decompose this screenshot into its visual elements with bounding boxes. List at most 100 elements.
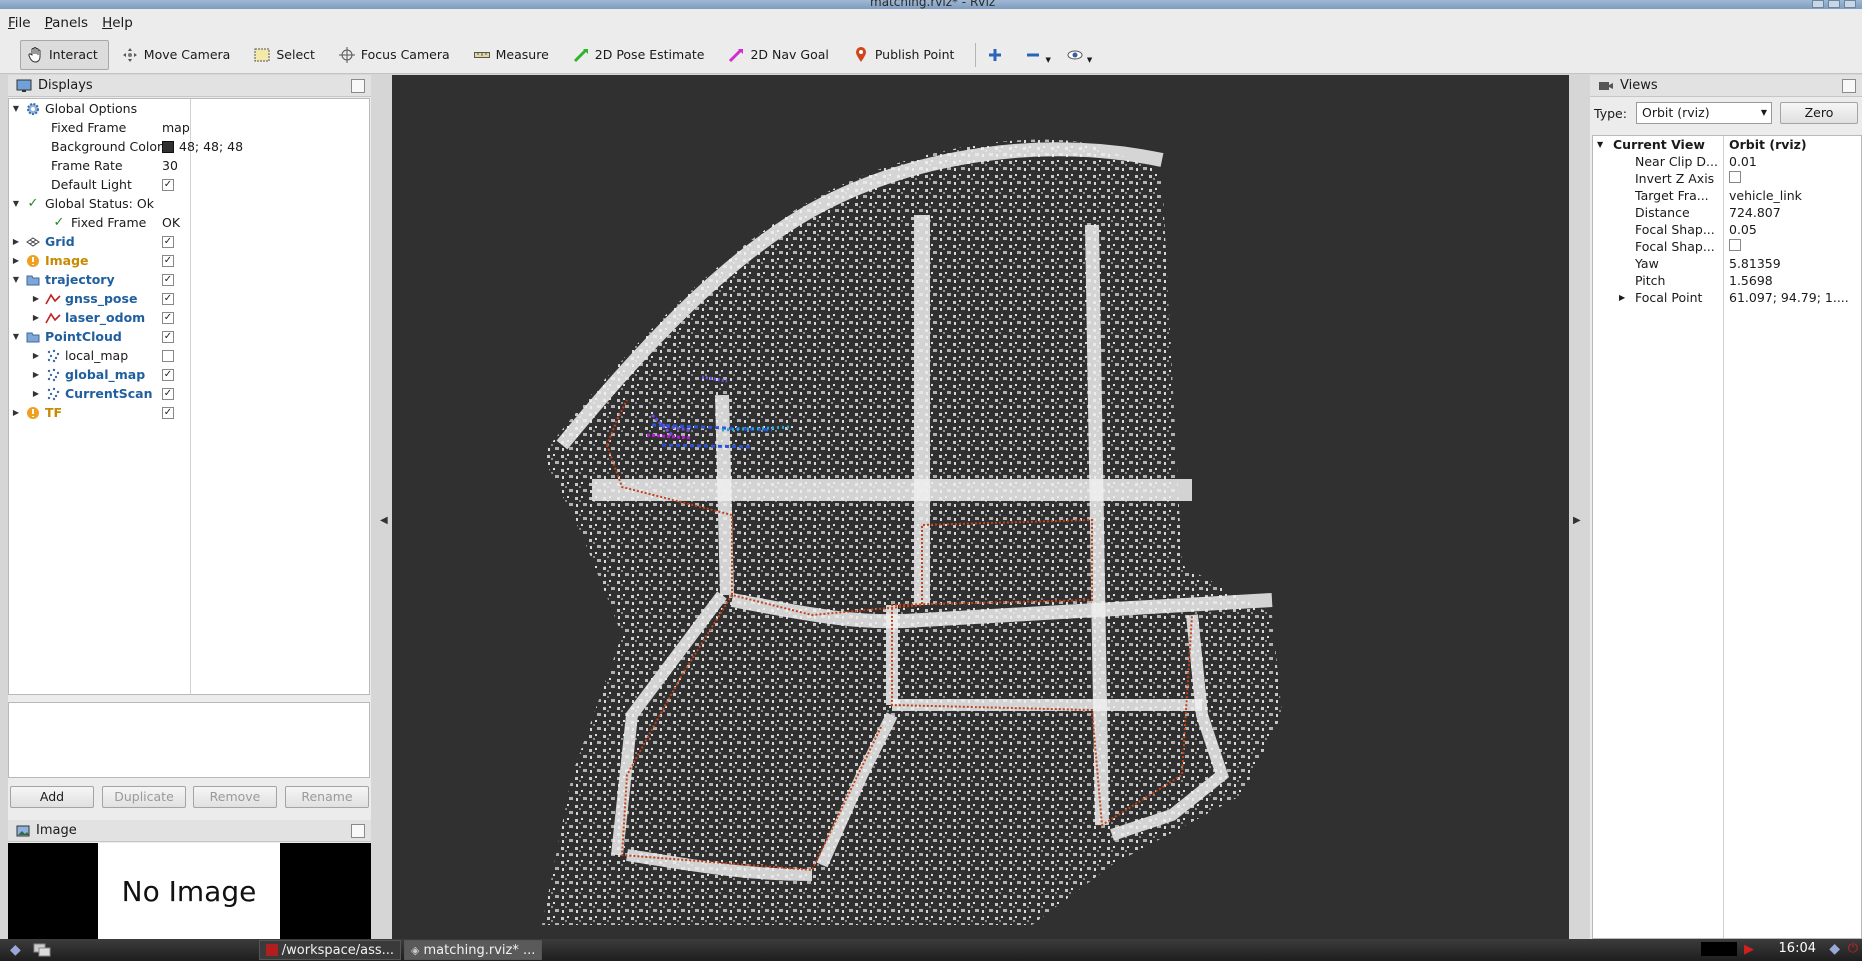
- expand-arrow-icon[interactable]: ▼: [11, 275, 21, 284]
- add-tool-button[interactable]: [982, 40, 1014, 70]
- view-prop-near-clip[interactable]: Near Clip D... 0.01: [1593, 153, 1861, 170]
- expand-arrow-icon[interactable]: ▶: [31, 294, 41, 303]
- tree-row-fixed-frame[interactable]: Fixed Frame map: [9, 118, 369, 137]
- desktop-icon[interactable]: [33, 943, 51, 957]
- expand-arrow-icon[interactable]: ▼: [11, 332, 21, 341]
- tree-row-global-options[interactable]: ▼ Global Options: [9, 99, 369, 118]
- tree-row-laser-odom[interactable]: ▶ laser_odom ✓: [9, 308, 369, 327]
- image-checkbox[interactable]: ✓: [162, 254, 174, 267]
- expand-arrow-icon[interactable]: ▶: [31, 389, 41, 398]
- render-viewport[interactable]: [392, 75, 1569, 939]
- logout-icon[interactable]: ⏻: [1848, 941, 1858, 956]
- taskbar-terminal[interactable]: /workspace/ass...: [258, 940, 402, 960]
- remove-tool-button[interactable]: ▼: [1020, 40, 1055, 70]
- focus-camera-tool[interactable]: Focus Camera: [332, 40, 461, 70]
- prop-value[interactable]: 1.5698: [1729, 273, 1773, 288]
- view-prop-pitch[interactable]: Pitch 1.5698: [1593, 272, 1861, 289]
- prop-value[interactable]: vehicle_link: [1729, 188, 1802, 203]
- menu-help[interactable]: Help: [102, 15, 133, 31]
- local-map-checkbox[interactable]: [162, 349, 174, 362]
- image-panel-close-button[interactable]: [351, 824, 365, 838]
- tree-row-image[interactable]: ▶ Image ✓: [9, 251, 369, 270]
- tf-checkbox[interactable]: ✓: [162, 406, 174, 419]
- remove-button[interactable]: Remove: [193, 786, 277, 808]
- view-prop-focal-shape-size[interactable]: Focal Shap... 0.05: [1593, 221, 1861, 238]
- tree-row-pointcloud[interactable]: ▼ PointCloud ✓: [9, 327, 369, 346]
- nav-goal-tool[interactable]: 2D Nav Goal: [721, 40, 839, 70]
- prop-value[interactable]: 724.807: [1729, 205, 1781, 220]
- tree-row-grid[interactable]: ▶ Grid ✓: [9, 232, 369, 251]
- menu-file[interactable]: File: [8, 15, 31, 31]
- tree-row-gnss-pose[interactable]: ▶ gnss_pose ✓: [9, 289, 369, 308]
- prop-value[interactable]: 0.05: [1729, 222, 1757, 237]
- expand-arrow-icon[interactable]: ▼: [1597, 140, 1603, 149]
- gnss-pose-checkbox[interactable]: ✓: [162, 292, 174, 305]
- expand-arrow-icon[interactable]: ▶: [31, 370, 41, 379]
- move-camera-tool[interactable]: Move Camera: [115, 40, 242, 70]
- view-type-select[interactable]: Orbit (rviz) ▼: [1636, 102, 1772, 124]
- prop-value[interactable]: 0.01: [1729, 154, 1757, 169]
- pointcloud-checkbox[interactable]: ✓: [162, 330, 174, 343]
- tree-row-global-status[interactable]: ▼ ✓ Global Status: Ok: [9, 194, 369, 213]
- tree-row-tf[interactable]: ▶ TF ✓: [9, 403, 369, 422]
- fixed-frame-value[interactable]: map: [162, 120, 190, 135]
- current-scan-checkbox[interactable]: ✓: [162, 387, 174, 400]
- view-prop-focal-point[interactable]: ▶ Focal Point 61.097; 94.79; 1....: [1593, 289, 1861, 306]
- expand-arrow-icon[interactable]: ▶: [31, 351, 41, 360]
- tree-row-current-scan[interactable]: ▶ CurrentScan ✓: [9, 384, 369, 403]
- laser-odom-checkbox[interactable]: ✓: [162, 311, 174, 324]
- displays-close-button[interactable]: [351, 79, 365, 93]
- duplicate-button[interactable]: Duplicate: [102, 786, 186, 808]
- expand-arrow-icon[interactable]: ▶: [31, 313, 41, 322]
- right-collapse-arrow-icon[interactable]: ▶: [1573, 515, 1581, 526]
- global-map-checkbox[interactable]: ✓: [162, 368, 174, 381]
- minimize-button[interactable]: [1812, 0, 1824, 8]
- start-menu-icon[interactable]: ◆: [10, 942, 21, 958]
- view-tool-button[interactable]: ▼: [1062, 40, 1097, 70]
- pose-estimate-tool[interactable]: 2D Pose Estimate: [566, 40, 716, 70]
- measure-tool[interactable]: Measure: [467, 40, 560, 70]
- current-view-row[interactable]: ▼ Current View Orbit (rviz): [1593, 136, 1861, 153]
- expand-arrow-icon[interactable]: ▼: [11, 199, 21, 208]
- default-light-checkbox[interactable]: ✓: [162, 178, 174, 191]
- tree-row-background-color[interactable]: Background Color 48; 48; 48: [9, 137, 369, 156]
- menu-panels[interactable]: Panels: [45, 15, 88, 31]
- select-tool[interactable]: Select: [247, 40, 326, 70]
- expand-arrow-icon[interactable]: ▼: [11, 104, 21, 113]
- tree-row-default-light[interactable]: Default Light ✓: [9, 175, 369, 194]
- view-prop-invert-z[interactable]: Invert Z Axis: [1593, 170, 1861, 187]
- trajectory-checkbox[interactable]: ✓: [162, 273, 174, 286]
- view-prop-yaw[interactable]: Yaw 5.81359: [1593, 255, 1861, 272]
- grid-checkbox[interactable]: ✓: [162, 235, 174, 248]
- tree-row-frame-rate[interactable]: Frame Rate 30: [9, 156, 369, 175]
- frame-rate-value[interactable]: 30: [162, 158, 178, 173]
- tree-row-status-fixed-frame[interactable]: ✓ Fixed Frame OK: [9, 213, 369, 232]
- expand-arrow-icon[interactable]: ▶: [11, 237, 21, 246]
- prop-value[interactable]: 61.097; 94.79; 1....: [1729, 290, 1849, 305]
- expand-arrow-icon[interactable]: ▶: [1619, 293, 1625, 302]
- expand-arrow-icon[interactable]: ▶: [11, 408, 21, 417]
- view-prop-target-frame[interactable]: Target Fra... vehicle_link: [1593, 187, 1861, 204]
- view-prop-distance[interactable]: Distance 724.807: [1593, 204, 1861, 221]
- publish-point-tool[interactable]: Publish Point: [846, 40, 966, 70]
- workspace-icon[interactable]: ◆: [1829, 941, 1840, 957]
- expand-arrow-icon[interactable]: ▶: [11, 256, 21, 265]
- tree-row-local-map[interactable]: ▶ local_map: [9, 346, 369, 365]
- view-prop-focal-shape-fixed[interactable]: Focal Shap...: [1593, 238, 1861, 255]
- invert-z-checkbox[interactable]: [1729, 171, 1741, 183]
- maximize-button[interactable]: [1828, 0, 1840, 8]
- tree-row-trajectory[interactable]: ▼ trajectory ✓: [9, 270, 369, 289]
- taskbar-rviz[interactable]: ◈ matching.rviz* ...: [404, 940, 543, 960]
- zero-button[interactable]: Zero: [1780, 102, 1858, 124]
- network-icon[interactable]: ▶: [1744, 942, 1754, 957]
- rename-button[interactable]: Rename: [285, 786, 369, 808]
- tree-row-global-map[interactable]: ▶ global_map ✓: [9, 365, 369, 384]
- left-collapse-arrow-icon[interactable]: ◀: [380, 515, 388, 526]
- focal-shape-checkbox[interactable]: [1729, 239, 1741, 251]
- prop-value[interactable]: 5.81359: [1729, 256, 1781, 271]
- add-button[interactable]: Add: [10, 786, 94, 808]
- interact-tool[interactable]: Interact: [20, 39, 109, 70]
- background-color-value[interactable]: 48; 48; 48: [162, 139, 243, 154]
- views-close-button[interactable]: [1842, 79, 1856, 93]
- close-window-button[interactable]: [1844, 0, 1856, 8]
